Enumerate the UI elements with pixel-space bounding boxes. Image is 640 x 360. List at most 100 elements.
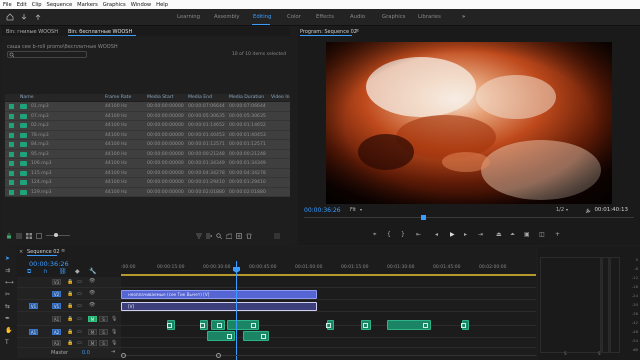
timeline-timecode[interactable]: 00:00:36:26 [29,260,69,268]
add-marker-icon[interactable]: ⌖ [373,231,376,239]
type-tool-icon[interactable]: T [5,339,9,346]
microphone-icon[interactable]: 🎙 [111,329,117,335]
bin-item[interactable]: 84.mp3 44100 Hz 00:00:00:00000 00:00:01:125… [5,140,290,150]
freeform-view-icon[interactable] [36,233,42,239]
col-media-duration[interactable]: Media Duration [229,95,264,100]
lock-icon[interactable]: 🔒 [67,340,73,346]
bin-item[interactable]: 95.mp3 44100 Hz 00:00:00:00000 00:00:00:212… [5,149,290,159]
track-select-tool-icon[interactable]: ⇉ [5,267,10,274]
timeline-settings-icon[interactable]: 🔧 [89,268,96,275]
mark-in-icon[interactable]: { [387,231,391,238]
home-icon[interactable] [6,13,14,21]
solo-button[interactable]: S [99,340,108,346]
sync-lock-icon[interactable]: ▭ [77,329,82,335]
bin-item[interactable]: 01.mp3 44100 Hz 00:00:00:00000 00:00:07:066… [5,102,290,112]
go-to-edit-icon[interactable]: ⇥ [111,349,115,355]
menu-edit[interactable]: Edit [17,2,27,8]
hand-tool-icon[interactable]: ✋ [5,327,12,334]
microphone-icon[interactable]: 🎙 [111,316,117,322]
workspace-audio[interactable]: Audio [350,14,365,20]
track-target-a1[interactable]: A1 [52,316,61,322]
audio-clip[interactable] [326,320,334,330]
export-icon[interactable] [34,13,42,21]
zoom-slider[interactable] [46,235,70,236]
lift-icon[interactable]: ⏏ [496,231,502,238]
panel-menu-icon[interactable]: ≡ [355,28,359,34]
audio-clip[interactable] [361,320,371,330]
step-back-icon[interactable]: ◂ [435,231,438,238]
clear-icon[interactable] [246,233,252,239]
workspace-color[interactable]: Color [287,14,301,20]
pen-tool-icon[interactable]: ✒ [5,315,10,322]
icon-view-icon[interactable] [26,233,32,239]
workspace-editing[interactable]: Editing [253,14,271,20]
sync-lock-icon[interactable]: ▭ [77,291,82,297]
close-icon[interactable]: × [19,249,23,255]
timeline-playhead[interactable] [236,261,237,360]
col-video-in[interactable]: Video In [271,95,290,100]
menu-markers[interactable]: Markers [77,2,98,8]
source-patch-v1[interactable]: V1 [29,303,38,309]
lock-icon[interactable]: 🔒 [67,279,73,285]
nest-sequence-icon[interactable]: ⧉ [27,268,31,276]
sync-lock-icon[interactable]: ▭ [77,316,82,322]
program-timecode[interactable]: 00:00:36:26 [304,207,341,214]
razor-tool-icon[interactable]: ✂ [5,291,10,298]
track-target-a3[interactable]: A3 [52,340,61,346]
audio-clip[interactable] [227,320,259,330]
step-forward-icon[interactable]: ▸ [464,231,467,238]
find-icon[interactable] [216,233,222,239]
panel-menu-icon[interactable]: ≡ [61,248,65,254]
video-frame[interactable] [326,42,612,204]
new-bin-icon[interactable] [226,233,232,239]
workspace-libraries[interactable]: Libraries [418,14,441,20]
col-name[interactable]: Name [20,95,34,100]
workspace-graphics[interactable]: Graphics [382,14,405,20]
zoom-level-select[interactable]: Fit [350,207,356,213]
solo-button[interactable]: S [99,316,108,322]
play-icon[interactable]: ▶ [450,231,455,238]
master-volume[interactable]: 0.0 [82,350,90,356]
menu-file[interactable]: File [3,2,12,8]
selection-tool-icon[interactable]: ➤ [5,255,10,262]
menu-graphics[interactable]: Graphics [103,2,126,8]
workspace-learning[interactable]: Learning [177,14,200,20]
eye-icon[interactable]: 👁 [89,302,95,308]
go-to-in-icon[interactable]: ⇤ [416,231,421,238]
lock-icon[interactable]: 🔒 [67,316,73,322]
lock-icon[interactable]: 🔒 [67,303,73,309]
automate-to-sequence-icon[interactable] [206,233,212,239]
bin-item[interactable]: 02.mp3 44100 Hz 00:00:00:00000 00:00:01:146… [5,121,290,131]
snap-icon[interactable]: ∩ [43,268,47,275]
go-to-out-icon[interactable]: ⇥ [478,231,483,238]
panel-menu-icon[interactable] [274,233,280,239]
solo-right-label[interactable]: S [598,351,601,356]
linked-selection-icon[interactable]: ⛓ [59,268,67,275]
lock-icon[interactable]: 🔒 [67,329,73,335]
more-workspaces-button[interactable]: » [462,14,465,20]
program-playhead[interactable] [421,215,426,220]
lock-icon[interactable]: 🔒 [67,291,73,297]
audio-clip[interactable] [243,331,269,341]
bin-tab-gnilye[interactable]: Bin: гнилые WOOSH [6,29,58,35]
timeline-scrollbar[interactable] [121,355,536,356]
new-item-icon[interactable] [236,233,242,239]
zoom-slider-handle[interactable] [54,233,58,237]
microphone-icon[interactable]: 🎙 [111,340,117,346]
track-target-v2[interactable]: V2 [52,291,61,297]
menu-clip[interactable]: Clip [32,2,42,8]
chevron-down-icon[interactable]: ▾ [360,207,362,212]
menu-window[interactable]: Window [131,2,151,8]
bin-item[interactable]: 129.mp3 44100 Hz 00:00:00:00000 00:00:02:01… [5,187,290,197]
playback-resolution-select[interactable]: 1/2 [556,207,564,213]
add-button-icon[interactable]: + [555,231,560,238]
video-clip[interactable]: [V] [121,302,317,311]
sync-lock-icon[interactable]: ▭ [77,279,82,285]
track-target-a2[interactable]: A2 [52,329,61,335]
track-target-v1[interactable]: V1 [52,303,61,309]
bin-item[interactable]: 78.mp3 44100 Hz 00:00:00:00000 00:00:01:404… [5,130,290,140]
slip-tool-icon[interactable]: ⇆ [5,303,10,310]
sort-icon[interactable] [196,233,202,239]
list-view-icon[interactable] [16,233,22,239]
workspace-assembly[interactable]: Assembly [214,14,240,20]
